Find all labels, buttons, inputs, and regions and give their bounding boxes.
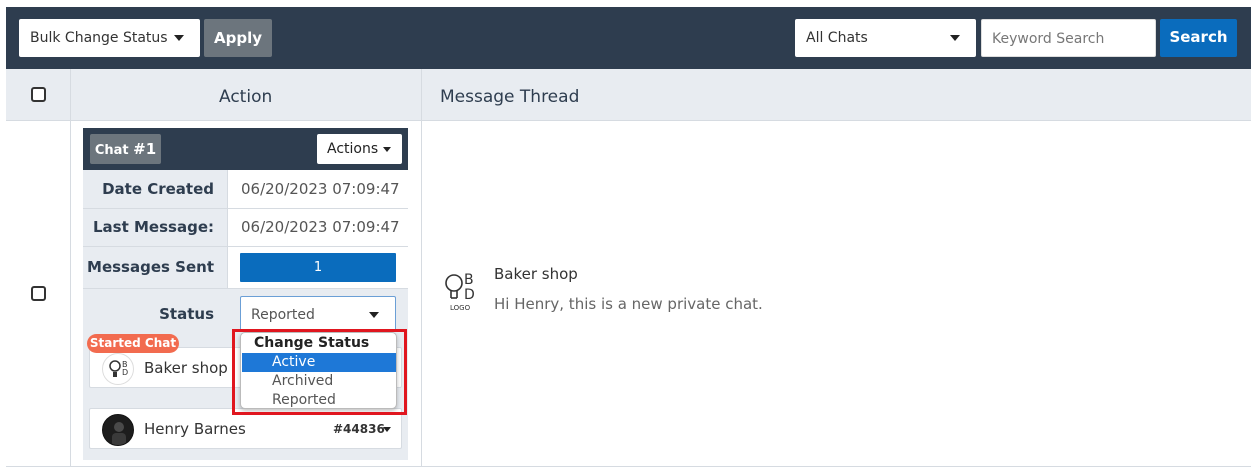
- caret-down-icon[interactable]: [383, 427, 391, 432]
- row-divider: [83, 208, 408, 209]
- chat-badge-number: #1: [133, 140, 157, 158]
- last-message-label: Last Message:: [93, 218, 214, 236]
- caret-down-icon: [369, 312, 379, 318]
- participant-id: #44836: [333, 422, 385, 436]
- thread-message-text: Hi Henry, this is a new private chat.: [494, 295, 763, 313]
- last-message-value: 06/20/2023 07:09:47: [241, 218, 400, 236]
- details-divider: [227, 170, 228, 288]
- started-chat-badge: Started Chat: [87, 334, 179, 353]
- table-header: Action Message Thread: [6, 69, 1251, 121]
- date-created-value: 06/20/2023 07:09:47: [241, 180, 400, 198]
- svg-text:D: D: [464, 287, 475, 303]
- apply-button[interactable]: Apply: [204, 19, 272, 57]
- messages-sent-count: 1: [240, 253, 396, 282]
- status-label: Status: [159, 305, 214, 323]
- bulk-change-status-select[interactable]: Bulk Change Status: [19, 19, 200, 57]
- highlight-outline: [232, 329, 407, 415]
- svg-text:D: D: [122, 368, 128, 377]
- row-divider: [83, 246, 408, 247]
- caret-down-icon: [383, 147, 391, 152]
- row-select-checkbox[interactable]: [31, 286, 46, 301]
- actions-dropdown-button[interactable]: Actions: [317, 134, 402, 164]
- date-created-label: Date Created: [102, 180, 214, 198]
- user-avatar: [102, 414, 134, 446]
- search-button[interactable]: Search: [1160, 19, 1237, 57]
- column-divider: [70, 69, 71, 121]
- bd-logo-icon: B D LOGO: [442, 270, 482, 316]
- chat-filter-value: All Chats: [806, 30, 868, 46]
- participant-name: Baker shop: [144, 359, 228, 377]
- caret-down-icon: [174, 35, 184, 41]
- svg-text:B: B: [464, 272, 474, 288]
- status-select[interactable]: Reported: [240, 296, 396, 332]
- column-divider: [70, 121, 71, 467]
- keyword-search-input[interactable]: Keyword Search: [981, 19, 1156, 57]
- row-divider: [83, 288, 408, 289]
- bulk-change-status-label: Bulk Change Status: [30, 30, 168, 46]
- chat-number-badge: Chat #1: [90, 134, 161, 164]
- chat-badge-prefix: Chat: [94, 143, 129, 158]
- actions-label: Actions: [327, 141, 379, 157]
- chat-card-header: Chat #1 Actions: [83, 128, 408, 170]
- column-divider: [421, 121, 422, 467]
- messages-sent-label: Messages Sent: [87, 258, 214, 276]
- chat-filter-select[interactable]: All Chats: [795, 19, 976, 57]
- header-message-thread: Message Thread: [440, 87, 580, 107]
- bd-logo-icon: B D: [102, 353, 134, 385]
- filter-toolbar: Bulk Change Status Apply All Chats Keywo…: [6, 7, 1251, 69]
- participant-name: Henry Barnes: [144, 420, 246, 438]
- column-divider: [421, 69, 422, 121]
- header-action: Action: [219, 87, 273, 107]
- svg-text:LOGO: LOGO: [450, 304, 471, 312]
- select-all-checkbox[interactable]: [31, 87, 46, 102]
- caret-down-icon: [950, 35, 960, 41]
- thread-sender-name: Baker shop: [494, 265, 578, 283]
- status-select-value: Reported: [251, 307, 315, 323]
